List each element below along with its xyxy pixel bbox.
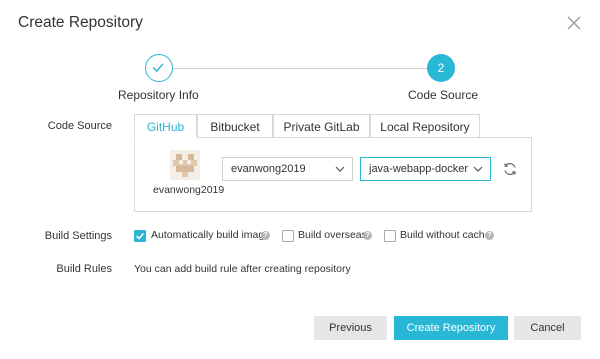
cancel-button[interactable]: Cancel [514, 316, 581, 340]
tab-bitbucket[interactable]: Bitbucket [197, 114, 273, 138]
build-rules-text: You can add build rule after creating re… [134, 263, 351, 275]
tab-github[interactable]: GitHub [134, 114, 197, 138]
stepper-line [173, 68, 428, 69]
org-select[interactable]: evanwong2019 [222, 157, 353, 181]
active-tab-joint [134, 137, 197, 138]
step-2-active: 2 [427, 54, 455, 82]
step-1-label: Repository Info [118, 88, 199, 102]
avatar [170, 150, 200, 180]
help-icon[interactable]: ? [485, 231, 494, 240]
step-1-done [145, 54, 173, 82]
build-overseas-label: Build overseas [298, 229, 367, 241]
org-select-value: evanwong2019 [231, 163, 306, 175]
close-icon[interactable] [566, 15, 582, 31]
dialog-title: Create Repository [18, 14, 143, 31]
help-icon[interactable]: ? [261, 231, 270, 240]
repo-select[interactable]: java-webapp-docker [360, 157, 491, 181]
tab-local-repository[interactable]: Local Repository [370, 114, 480, 138]
build-overseas-checkbox[interactable] [282, 230, 294, 242]
check-icon [135, 232, 145, 240]
auto-build-label: Automatically build image [151, 229, 271, 241]
create-repository-button[interactable]: Create Repository [394, 316, 508, 340]
code-source-label: Code Source [47, 120, 112, 132]
step-2-label: Code Source [408, 88, 479, 102]
refresh-icon[interactable] [502, 161, 518, 177]
auto-build-checkbox[interactable] [134, 230, 146, 242]
chevron-down-icon [473, 166, 483, 172]
chevron-down-icon [335, 166, 345, 172]
previous-button[interactable]: Previous [314, 316, 387, 340]
repo-select-value: java-webapp-docker [369, 163, 469, 175]
tab-private-gitlab[interactable]: Private GitLab [273, 114, 370, 138]
check-icon [152, 63, 164, 73]
help-icon[interactable]: ? [363, 231, 372, 240]
build-rules-label: Build Rules [56, 263, 112, 275]
account-username: evanwong2019 [153, 184, 225, 196]
build-no-cache-label: Build without cache [400, 229, 491, 241]
build-no-cache-checkbox[interactable] [384, 230, 396, 242]
build-settings-label: Build Settings [44, 230, 112, 242]
